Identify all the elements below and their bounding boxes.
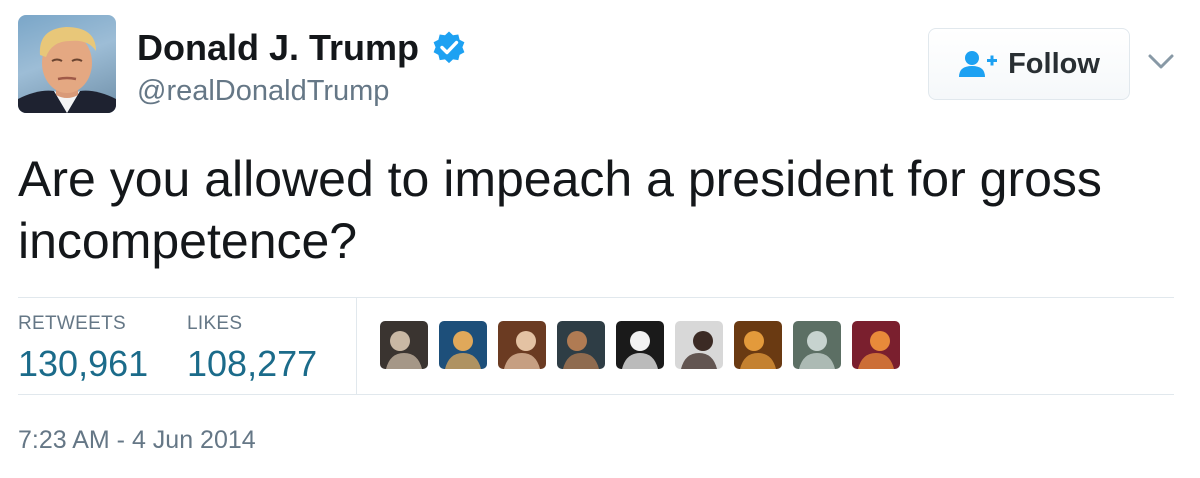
verified-badge-icon — [433, 31, 465, 64]
screen-name[interactable]: @realDonaldTrump — [137, 74, 389, 108]
liker-photo-icon — [439, 321, 487, 369]
liker-avatars — [380, 321, 900, 369]
liker-avatar[interactable] — [498, 321, 546, 369]
add-user-icon — [959, 51, 998, 77]
liker-photo-icon — [675, 321, 723, 369]
display-name[interactable]: Donald J. Trump — [137, 28, 419, 68]
tweet-text: Are you allowed to impeach a president f… — [18, 151, 1102, 269]
tweet-card: Donald J. Trump @realDonaldTrump Follow … — [0, 0, 1200, 478]
liker-avatar[interactable] — [439, 321, 487, 369]
profile-avatar[interactable] — [18, 15, 116, 113]
retweets-label: RETWEETS — [18, 313, 126, 334]
stats-divider — [356, 298, 357, 394]
likes-count: 108,277 — [187, 343, 318, 384]
liker-avatar[interactable] — [734, 321, 782, 369]
liker-photo-icon — [616, 321, 664, 369]
divider — [18, 394, 1174, 395]
liker-photo-icon — [734, 321, 782, 369]
profile-photo-icon — [18, 27, 116, 113]
liker-avatar[interactable] — [616, 321, 664, 369]
follow-button[interactable]: Follow — [928, 28, 1130, 100]
likes-label: LIKES — [187, 313, 243, 334]
liker-photo-icon — [852, 321, 900, 369]
retweets-stat[interactable]: RETWEETS 130,961 — [18, 312, 148, 386]
liker-avatar[interactable] — [380, 321, 428, 369]
liker-photo-icon — [498, 321, 546, 369]
likes-stat[interactable]: LIKES 108,277 — [187, 312, 317, 386]
liker-avatar[interactable] — [557, 321, 605, 369]
liker-photo-icon — [793, 321, 841, 369]
follow-label: Follow — [1008, 47, 1100, 80]
liker-avatar[interactable] — [675, 321, 723, 369]
tweet-timestamp[interactable]: 7:23 AM - 4 Jun 2014 — [18, 425, 256, 455]
liker-avatar[interactable] — [852, 321, 900, 369]
liker-avatar[interactable] — [793, 321, 841, 369]
divider — [18, 297, 1174, 298]
liker-photo-icon — [380, 321, 428, 369]
liker-photo-icon — [557, 321, 605, 369]
chevron-down-icon[interactable] — [1147, 52, 1175, 72]
retweets-count: 130,961 — [18, 343, 149, 384]
